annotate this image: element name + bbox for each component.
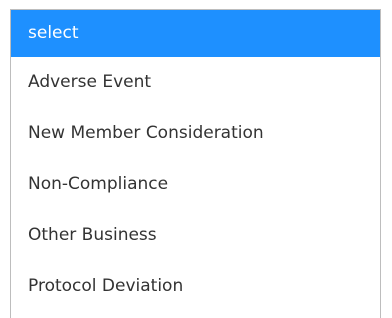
- option-other-business[interactable]: Other Business: [11, 210, 380, 261]
- option-select[interactable]: select: [11, 10, 380, 57]
- dropdown-list: select Adverse Event New Member Consider…: [10, 9, 381, 318]
- option-new-member-consideration[interactable]: New Member Consideration: [11, 108, 380, 159]
- option-adverse-event[interactable]: Adverse Event: [11, 57, 380, 108]
- option-protocol-deviation[interactable]: Protocol Deviation: [11, 261, 380, 312]
- option-non-compliance[interactable]: Non-Compliance: [11, 159, 380, 210]
